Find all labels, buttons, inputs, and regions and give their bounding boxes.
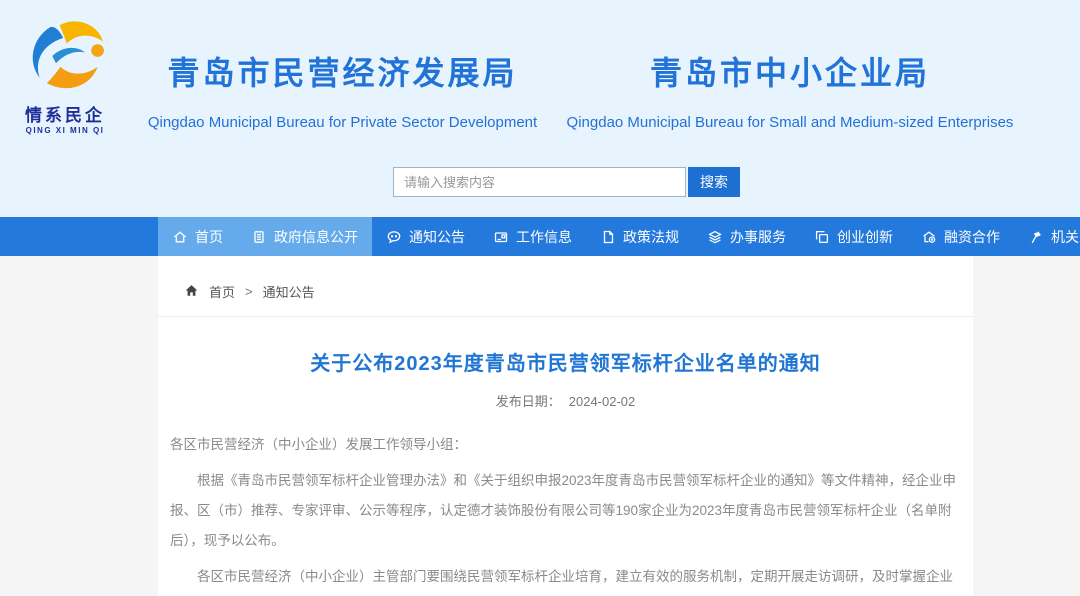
nav-item-label: 工作信息 [516,227,572,247]
home-icon [172,229,188,245]
nav-item-label: 政府信息公开 [274,227,358,247]
bank-icon [921,229,937,245]
article-paragraph: 根据《青岛市民营领军标杆企业管理办法》和《关于组织申报2023年度青岛市民营领军… [170,466,960,556]
bureau-title-en: Qingdao Municipal Bureau for Private Sec… [130,114,555,131]
nav-item-innovation[interactable]: 创业创新 [800,217,907,256]
breadcrumb-separator: > [245,284,253,299]
page: 情系民企 QING XI MIN QI 青岛市民营经济发展局 Qingdao M… [0,0,1080,596]
main-nav-items: 首页 政府信息公开 [158,217,1080,256]
list-icon [251,229,267,245]
site-header: 情系民企 QING XI MIN QI 青岛市民营经济发展局 Qingdao M… [0,0,1080,217]
article-title: 关于公布2023年度青岛市民营领军标杆企业名单的通知 [158,347,973,376]
logo-pinyin: QING XI MIN QI [10,126,120,135]
search-button[interactable]: 搜索 [688,167,740,197]
nav-item-label: 创业创新 [837,227,893,247]
main-nav: 首页 政府信息公开 [0,217,1080,256]
nav-item-label: 首页 [195,227,223,247]
nav-item-party-building[interactable]: 机关党建 [1014,217,1080,256]
article-date-label: 发布日期： [496,394,561,409]
nav-item-label: 政策法规 [623,227,679,247]
article-body: 各区市民营经济（中小企业）发展工作领导小组： 根据《青岛市民营领军标杆企业管理办… [158,430,973,596]
card-icon [493,229,509,245]
nav-item-label: 融资合作 [944,227,1000,247]
nav-item-label: 办事服务 [730,227,786,247]
article-paragraph: 各区市民营经济（中小企业）发展工作领导小组： [170,430,960,460]
file-icon [600,229,616,245]
nav-item-financing[interactable]: 融资合作 [907,217,1014,256]
comment-icon [386,229,402,245]
article-date: 发布日期： 2024-02-02 [158,391,973,410]
site-logo[interactable]: 情系民企 QING XI MIN QI [10,18,120,135]
search-bar: 搜索 [393,167,740,197]
nav-item-label: 机关党建 [1051,227,1080,247]
logo-name: 情系民企 [10,101,120,126]
article-date-value: 2024-02-02 [569,394,636,409]
nav-item-label: 通知公告 [409,227,465,247]
nav-item-work-info[interactable]: 工作信息 [479,217,586,256]
article-paragraph: 各区市民营经济（中小企业）主管部门要围绕民营领军标杆企业培育，建立有效的服务机制… [170,562,960,596]
flag-icon [1028,229,1044,245]
nav-item-home[interactable]: 首页 [158,217,237,256]
bureau-private-sector: 青岛市民营经济发展局 Qingdao Municipal Bureau for … [130,48,555,131]
nav-item-notices[interactable]: 通知公告 [372,217,479,256]
nav-item-gov-info[interactable]: 政府信息公开 [237,217,372,256]
breadcrumb: 首页 > 通知公告 [158,256,973,317]
nav-item-services[interactable]: 办事服务 [693,217,800,256]
breadcrumb-home-icon[interactable] [184,283,199,301]
layers-icon [707,229,723,245]
bureau-title-cn: 青岛市中小企业局 [555,48,1025,94]
search-input[interactable] [393,167,686,197]
logo-bird-icon [19,81,111,98]
nav-active-group: 首页 政府信息公开 [158,217,372,256]
breadcrumb-home[interactable]: 首页 [209,282,235,301]
bureau-sme: 青岛市中小企业局 Qingdao Municipal Bureau for Sm… [555,48,1025,131]
content-card: 首页 > 通知公告 关于公布2023年度青岛市民营领军标杆企业名单的通知 发布日… [158,256,973,596]
bureau-title-en: Qingdao Municipal Bureau for Small and M… [555,114,1025,131]
breadcrumb-current[interactable]: 通知公告 [263,282,315,301]
nav-item-policies[interactable]: 政策法规 [586,217,693,256]
bureau-title-cn: 青岛市民营经济发展局 [130,48,555,94]
copy-icon [814,229,830,245]
